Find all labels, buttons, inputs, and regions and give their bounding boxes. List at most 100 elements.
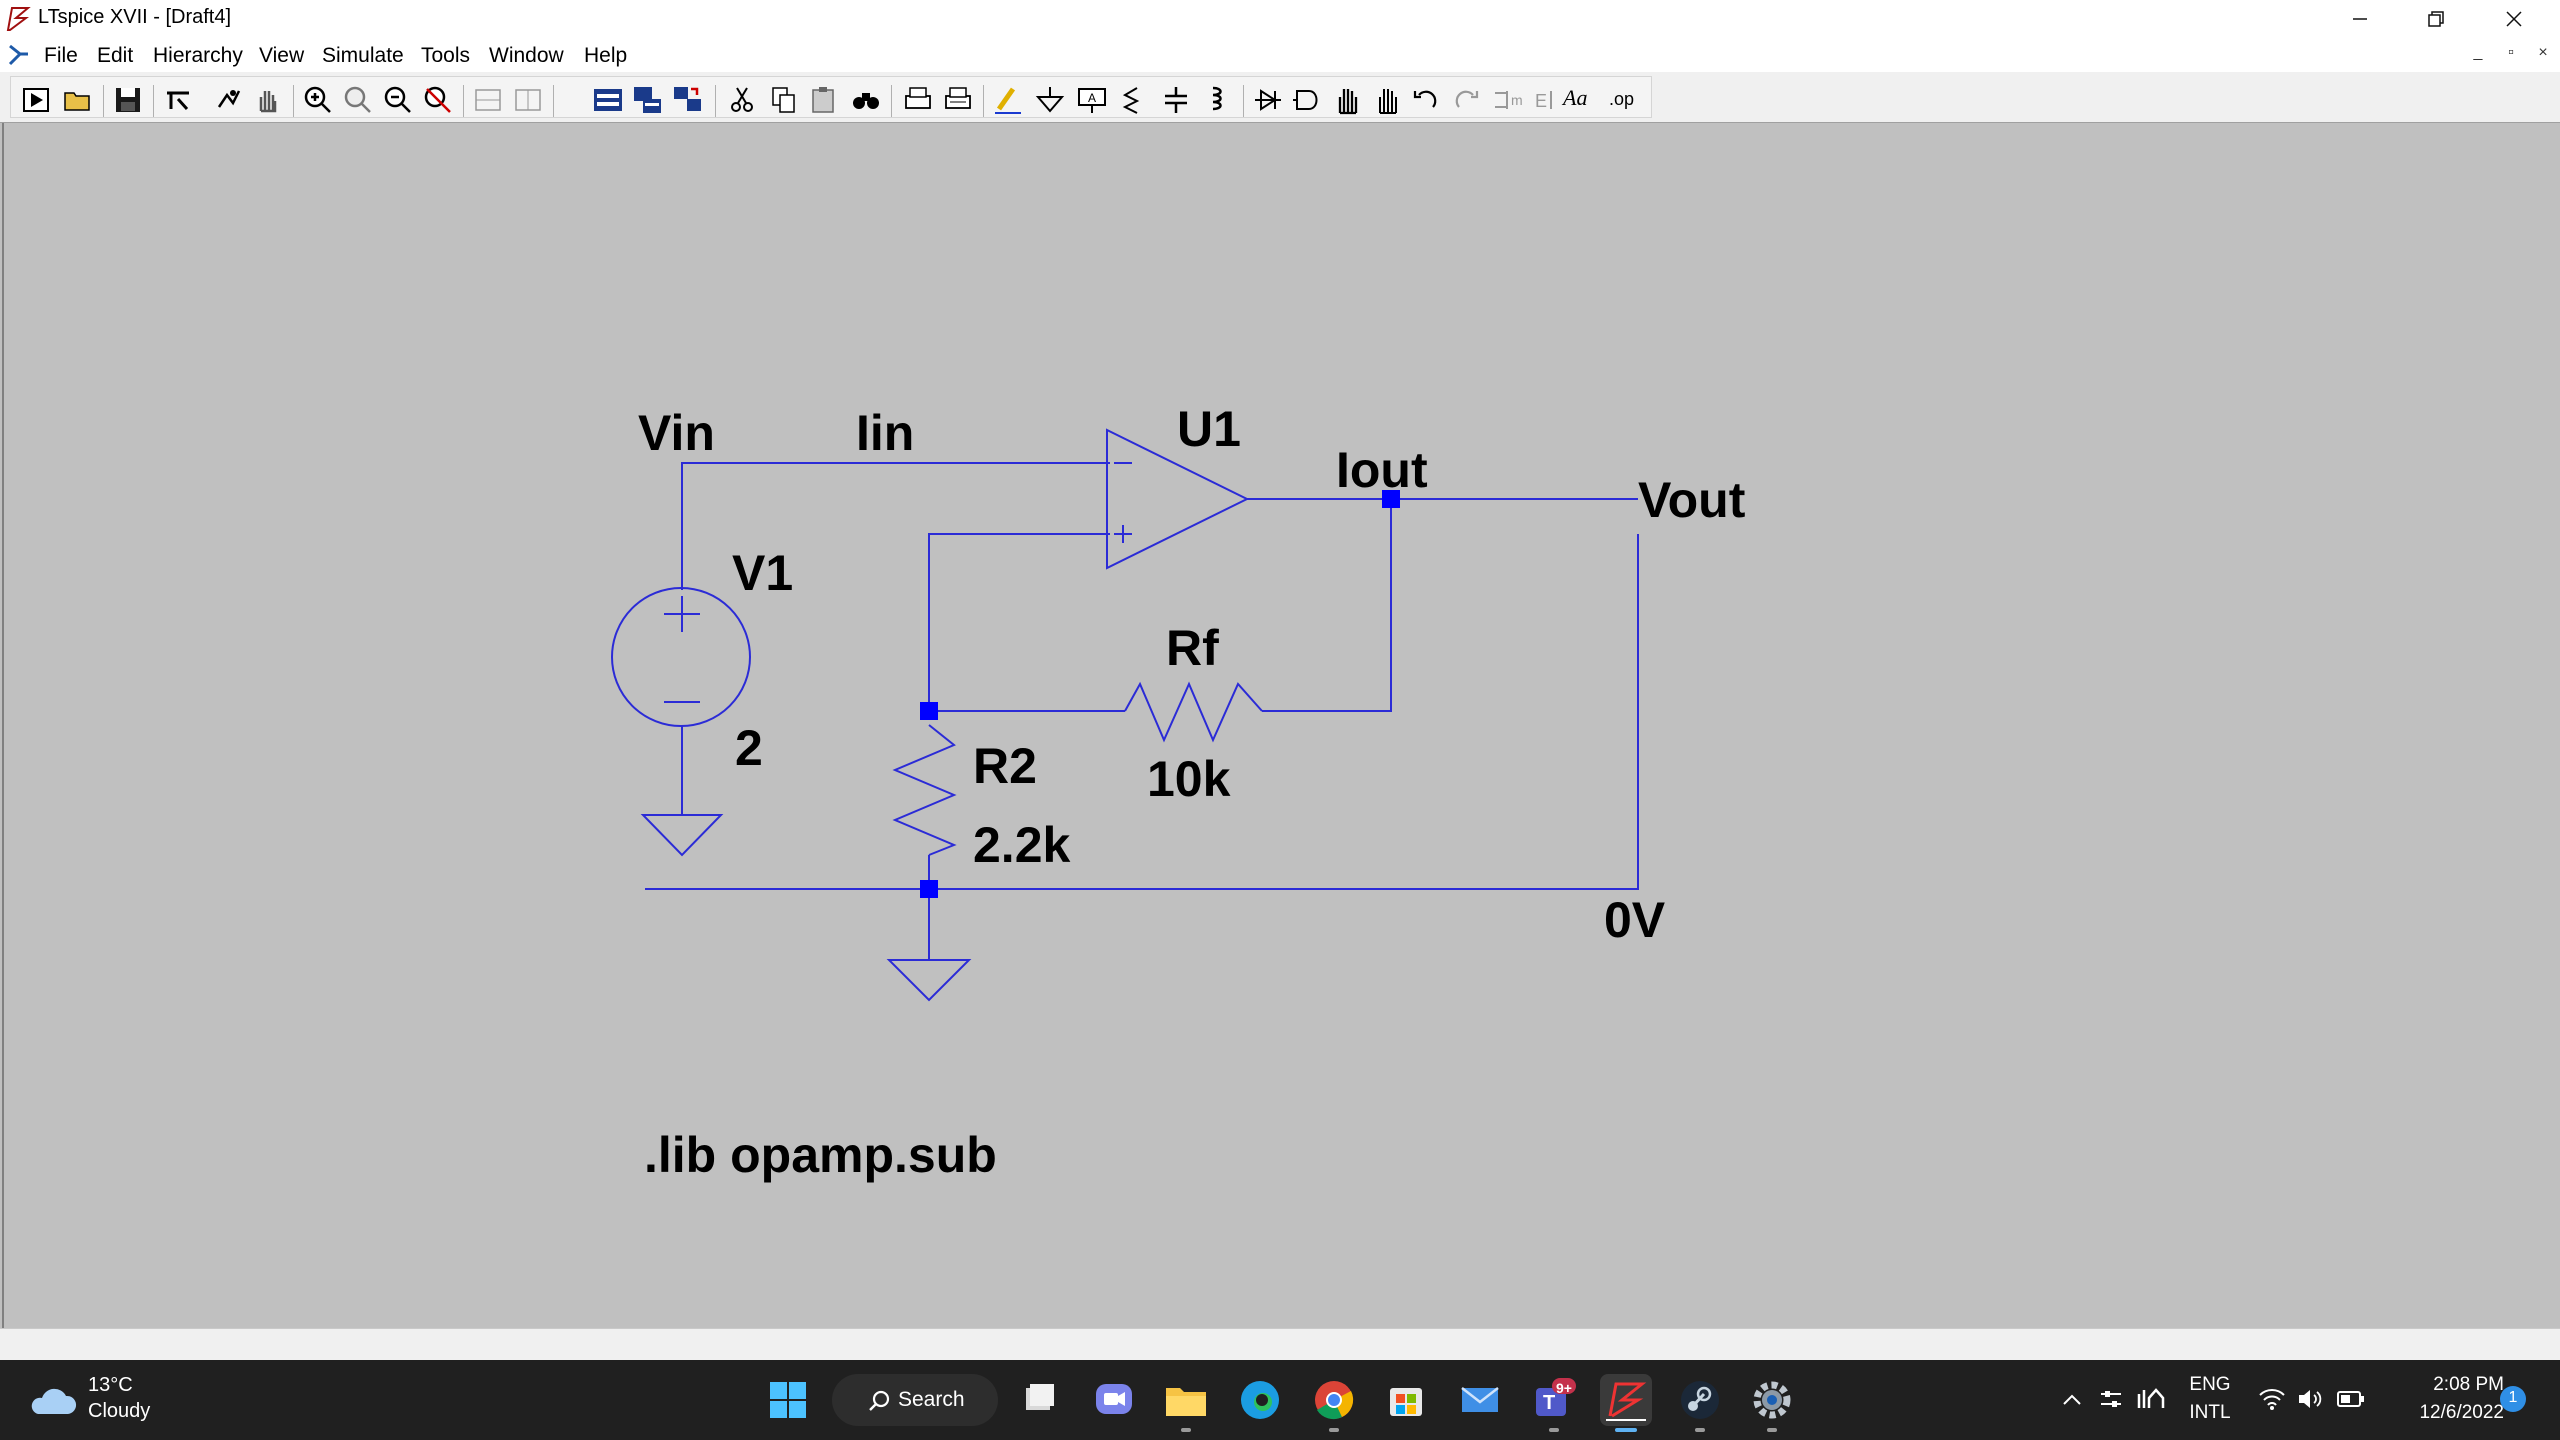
keyboard-layout-indicator[interactable]: INTL: [2186, 1402, 2234, 1424]
print-setup-icon[interactable]: [941, 83, 975, 117]
redo-icon[interactable]: [1449, 83, 1483, 117]
voltage-source-v1[interactable]: [611, 587, 751, 727]
file-explorer-app[interactable]: [1160, 1374, 1212, 1432]
wire-icon[interactable]: [991, 83, 1025, 117]
mail-app[interactable]: [1454, 1374, 1506, 1426]
wire-feedback-right[interactable]: [1262, 499, 1392, 712]
open-icon[interactable]: [61, 83, 95, 117]
weather-condition[interactable]: Cloudy: [88, 1400, 150, 1423]
component-value-rf[interactable]: 10k: [1147, 751, 1231, 807]
control-panel-icon[interactable]: [161, 83, 195, 117]
document-icon[interactable]: [6, 42, 32, 68]
taskbar-search[interactable]: Search: [832, 1374, 998, 1426]
print-icon[interactable]: [901, 83, 935, 117]
minimize-button[interactable]: [2324, 0, 2396, 38]
find-icon[interactable]: [849, 83, 883, 117]
settings-app[interactable]: [1746, 1374, 1798, 1432]
zoom-out-icon[interactable]: [381, 83, 415, 117]
drag-icon[interactable]: [1371, 83, 1405, 117]
pan-icon[interactable]: [251, 83, 285, 117]
menu-simulate[interactable]: Simulate: [322, 44, 404, 68]
mirror-icon[interactable]: E: [1531, 83, 1565, 117]
menu-window[interactable]: Window: [489, 44, 564, 68]
volume-icon[interactable]: [2296, 1386, 2324, 1412]
ground-symbol-r2[interactable]: [886, 959, 972, 1002]
net-label-zero-v[interactable]: 0V: [1604, 892, 1666, 948]
copy-icon[interactable]: [767, 83, 801, 117]
menu-hierarchy[interactable]: Hierarchy: [153, 44, 243, 68]
undo-icon[interactable]: [1409, 83, 1443, 117]
menu-edit[interactable]: Edit: [97, 44, 133, 68]
close-button[interactable]: [2478, 0, 2550, 38]
menu-help[interactable]: Help: [584, 44, 627, 68]
weather-temperature[interactable]: 13°C: [88, 1374, 133, 1397]
component-name-u1[interactable]: U1: [1177, 401, 1241, 457]
resistor-rf[interactable]: [1124, 681, 1263, 743]
mdi-minimize-button[interactable]: _: [2465, 44, 2491, 62]
component-value-v1[interactable]: 2: [735, 720, 763, 776]
ltspice-taskbar-app[interactable]: [1600, 1374, 1652, 1432]
text-button[interactable]: Aa: [1563, 85, 1597, 119]
ground-symbol-v1[interactable]: [640, 814, 724, 857]
restore-button[interactable]: [2400, 0, 2472, 38]
tile-vertical-icon[interactable]: [511, 83, 545, 117]
resistor-r2[interactable]: [892, 724, 957, 856]
notification-center-button[interactable]: 1: [2500, 1386, 2526, 1412]
component-value-r2[interactable]: 2.2k: [973, 817, 1071, 873]
tray-meter-icon[interactable]: [2136, 1386, 2166, 1412]
tile-horizontal-icon[interactable]: [471, 83, 505, 117]
clock-time[interactable]: 2:08 PM: [2386, 1374, 2504, 1396]
component-name-r2[interactable]: R2: [973, 738, 1037, 794]
halt-icon[interactable]: [211, 83, 245, 117]
wifi-icon[interactable]: [2258, 1386, 2286, 1412]
chevron-up-icon[interactable]: [2060, 1388, 2084, 1412]
teams-app[interactable]: T 9+: [1528, 1374, 1580, 1432]
spice-directive-button[interactable]: .op: [1609, 89, 1643, 123]
menu-file[interactable]: File: [44, 44, 78, 68]
chrome-app[interactable]: [1308, 1374, 1360, 1432]
ltspice-app-icon[interactable]: [4, 4, 32, 32]
battery-icon[interactable]: [2336, 1388, 2366, 1410]
zoom-back-icon[interactable]: [341, 83, 375, 117]
close-all-icon[interactable]: [631, 83, 665, 117]
move-icon[interactable]: [1331, 83, 1365, 117]
steam-app[interactable]: [1674, 1374, 1726, 1432]
wire-noninverting-to-r2[interactable]: [928, 533, 1110, 711]
rotate-icon[interactable]: m: [1491, 83, 1525, 117]
store-app[interactable]: [1380, 1374, 1432, 1426]
cascade-icon[interactable]: [591, 83, 625, 117]
paste-icon[interactable]: [807, 83, 841, 117]
run-icon[interactable]: [19, 83, 53, 117]
component-name-v1[interactable]: V1: [732, 545, 793, 601]
cloud-icon[interactable]: [28, 1382, 78, 1418]
component-icon[interactable]: [1291, 83, 1325, 117]
net-label-iin[interactable]: Iin: [856, 405, 914, 461]
cut-icon[interactable]: [725, 83, 759, 117]
net-label-iout[interactable]: Iout: [1336, 442, 1428, 498]
start-button[interactable]: [762, 1374, 814, 1426]
net-label-vin[interactable]: Vin: [638, 405, 715, 461]
edge-app[interactable]: [1234, 1374, 1286, 1426]
save-icon[interactable]: [111, 83, 145, 117]
label-net-icon[interactable]: A: [1075, 83, 1109, 117]
menu-tools[interactable]: Tools: [421, 44, 470, 68]
net-label-vout[interactable]: Vout: [1638, 472, 1746, 528]
zoom-full-icon[interactable]: [421, 83, 455, 117]
tray-sliders-icon[interactable]: [2098, 1386, 2124, 1412]
diode-icon[interactable]: [1251, 83, 1285, 117]
mdi-restore-button[interactable]: ▫: [2498, 44, 2524, 62]
chat-app[interactable]: [1088, 1374, 1140, 1426]
arrange-icon[interactable]: [671, 83, 705, 117]
zoom-in-icon[interactable]: [301, 83, 335, 117]
schematic-canvas[interactable]: Vin Iin U1 Iout Vout V1 2 Rf 10k R2 2.2k…: [2, 123, 2560, 1328]
spice-directive-text[interactable]: .lib opamp.sub: [644, 1127, 997, 1183]
resistor-icon[interactable]: [1115, 83, 1149, 117]
clock-date[interactable]: 12/6/2022: [2386, 1402, 2504, 1424]
mdi-close-button[interactable]: ×: [2530, 44, 2556, 62]
language-indicator[interactable]: ENG: [2186, 1374, 2234, 1396]
inductor-icon[interactable]: [1201, 83, 1235, 117]
capacitor-icon[interactable]: [1159, 83, 1193, 117]
task-view-button[interactable]: [1014, 1374, 1066, 1426]
menu-view[interactable]: View: [259, 44, 304, 68]
component-name-rf[interactable]: Rf: [1166, 620, 1219, 676]
